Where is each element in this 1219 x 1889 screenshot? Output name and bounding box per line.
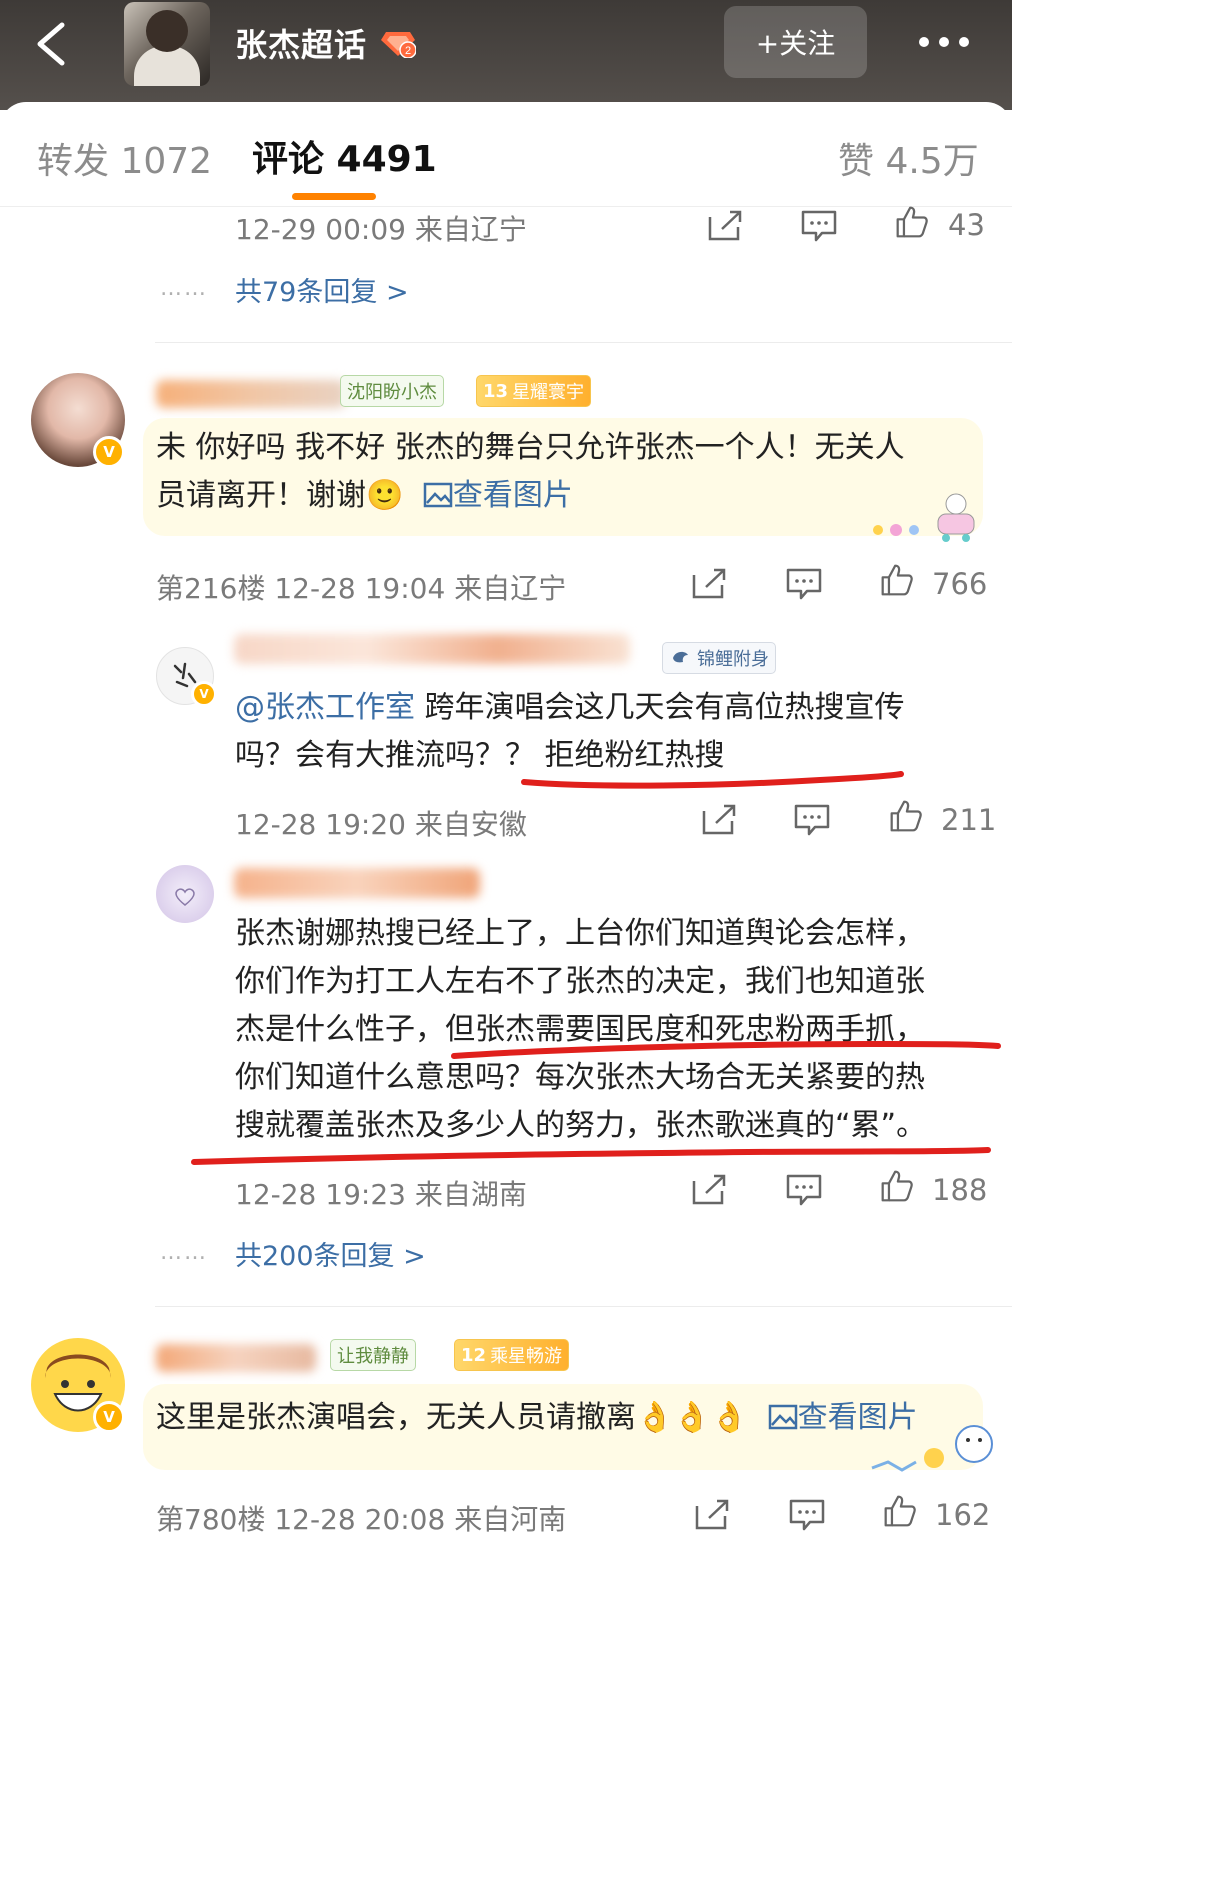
back-arrow-icon[interactable] (32, 22, 72, 66)
reply-text-line: @张杰工作室 跨年演唱会这几天会有高位热搜宣传 (235, 684, 905, 732)
tab-likes[interactable]: 赞 4.5万 (838, 132, 979, 184)
view-replies-link[interactable]: 共79条回复 > (235, 270, 409, 309)
reply-meta: 12-28 19:20 来自安徽 (235, 808, 527, 841)
more-options-icon[interactable] (916, 30, 972, 54)
blurred-username (234, 634, 630, 664)
comment-divider (155, 1306, 1012, 1307)
comment-icon[interactable] (785, 567, 823, 601)
image-icon (768, 1404, 797, 1430)
comment-icon[interactable] (788, 1498, 826, 1532)
red-annotation-underline (521, 771, 904, 789)
tab-reposts[interactable]: 转发 1072 (37, 132, 212, 184)
comment-meta: 第216楼 12-28 19:04 来自辽宁 (156, 572, 567, 605)
red-annotation-underline (191, 1147, 991, 1165)
koi-fish-icon (673, 651, 688, 663)
comment-meta: 第780楼 12-28 20:08 来自河南 (156, 1503, 567, 1536)
rank-tag: 12 乘星畅游 (454, 1339, 570, 1371)
view-replies-link[interactable]: 共200条回复 > (235, 1234, 426, 1273)
like-thumb-icon[interactable] (893, 205, 931, 239)
image-icon (423, 482, 453, 508)
thread-dots: …… (160, 1240, 208, 1265)
rank-number: 12 (461, 1344, 487, 1366)
comment-meta: 12-29 00:09 来自辽宁 (235, 213, 527, 246)
like-thumb-icon[interactable] (887, 799, 925, 833)
share-icon[interactable] (706, 209, 744, 243)
decorative-sticker-icon (873, 493, 975, 542)
comment-icon[interactable] (793, 803, 831, 837)
topic-avatar[interactable] (124, 2, 210, 86)
comment-divider (155, 342, 1012, 343)
share-icon[interactable] (690, 1173, 728, 1207)
like-count: 211 (941, 803, 997, 837)
comment-text-fragment: 这里是张杰演唱会，无关人员请撤离👌👌👌 (156, 1400, 749, 1435)
rank-number: 13 (483, 380, 509, 402)
rank-label: 乘星畅游 (490, 1346, 563, 1367)
verified-badge-icon: V (93, 1401, 125, 1433)
tab-comments[interactable]: 评论 4491 (252, 130, 437, 182)
thread-dots: …… (160, 276, 208, 301)
follow-button[interactable]: +关注 (724, 6, 867, 78)
user-fan-tag: 让我静静 (330, 1339, 416, 1371)
user-tag-label: 锦鲤附身 (697, 649, 769, 670)
user-fan-tag: 沈阳盼小杰 (340, 375, 444, 407)
blurred-username (156, 1344, 316, 1372)
view-image-link[interactable]: 查看图片 (413, 478, 573, 513)
reply-text-line: 你们作为打工人左右不了张杰的决定，我们也知道张 (235, 964, 925, 999)
like-thumb-icon[interactable] (881, 1494, 919, 1528)
reply-user-avatar[interactable] (156, 865, 214, 923)
svg-text:2: 2 (405, 45, 411, 57)
like-thumb-icon[interactable] (878, 1169, 916, 1203)
comment-icon[interactable] (785, 1173, 823, 1207)
reply-text-line: 张杰谢娜热搜已经上了，上台你们知道舆论会怎样， (235, 916, 925, 951)
active-tab-indicator (292, 193, 376, 200)
comment-text-line: 未 你好吗 我不好 张杰的舞台只允许张杰一个人！无关人 (156, 430, 905, 465)
like-count: 188 (932, 1173, 988, 1207)
reply-meta: 12-28 19:23 来自湖南 (235, 1178, 527, 1211)
rank-tag: 13 星耀寰宇 (476, 375, 592, 407)
comment-icon[interactable] (800, 209, 838, 243)
like-count: 766 (932, 567, 988, 601)
blurred-username (156, 380, 346, 408)
reply-text-fragment: 跨年演唱会这几天会有高位热搜宣传 (415, 690, 905, 725)
share-icon[interactable] (690, 567, 728, 601)
rank-label: 星耀寰宇 (512, 382, 585, 403)
like-thumb-icon[interactable] (878, 563, 916, 597)
topic-title[interactable]: 张杰超话 (235, 20, 367, 66)
verified-badge-icon: V (191, 681, 217, 707)
comment-text-fragment: 员请离开！谢谢🙂 (156, 478, 404, 513)
share-icon[interactable] (700, 803, 738, 837)
heart-doodle-icon (175, 888, 195, 906)
user-tag: 锦鲤附身 (662, 642, 776, 674)
mention-link[interactable]: @张杰工作室 (235, 690, 415, 725)
diamond-level-icon: 2 (381, 32, 416, 58)
share-icon[interactable] (693, 1498, 731, 1532)
like-count: 162 (935, 1498, 991, 1532)
comment-text-line: 这里是张杰演唱会，无关人员请撤离👌👌👌 查看图片 (156, 1394, 918, 1442)
comment-text-line: 员请离开！谢谢🙂 查看图片 (156, 472, 573, 520)
red-annotation-underline (451, 1040, 1001, 1059)
blurred-username (234, 868, 480, 898)
verified-badge-icon: V (93, 436, 125, 468)
like-count: 43 (948, 208, 985, 242)
decorative-sticker-icon (871, 1425, 993, 1472)
